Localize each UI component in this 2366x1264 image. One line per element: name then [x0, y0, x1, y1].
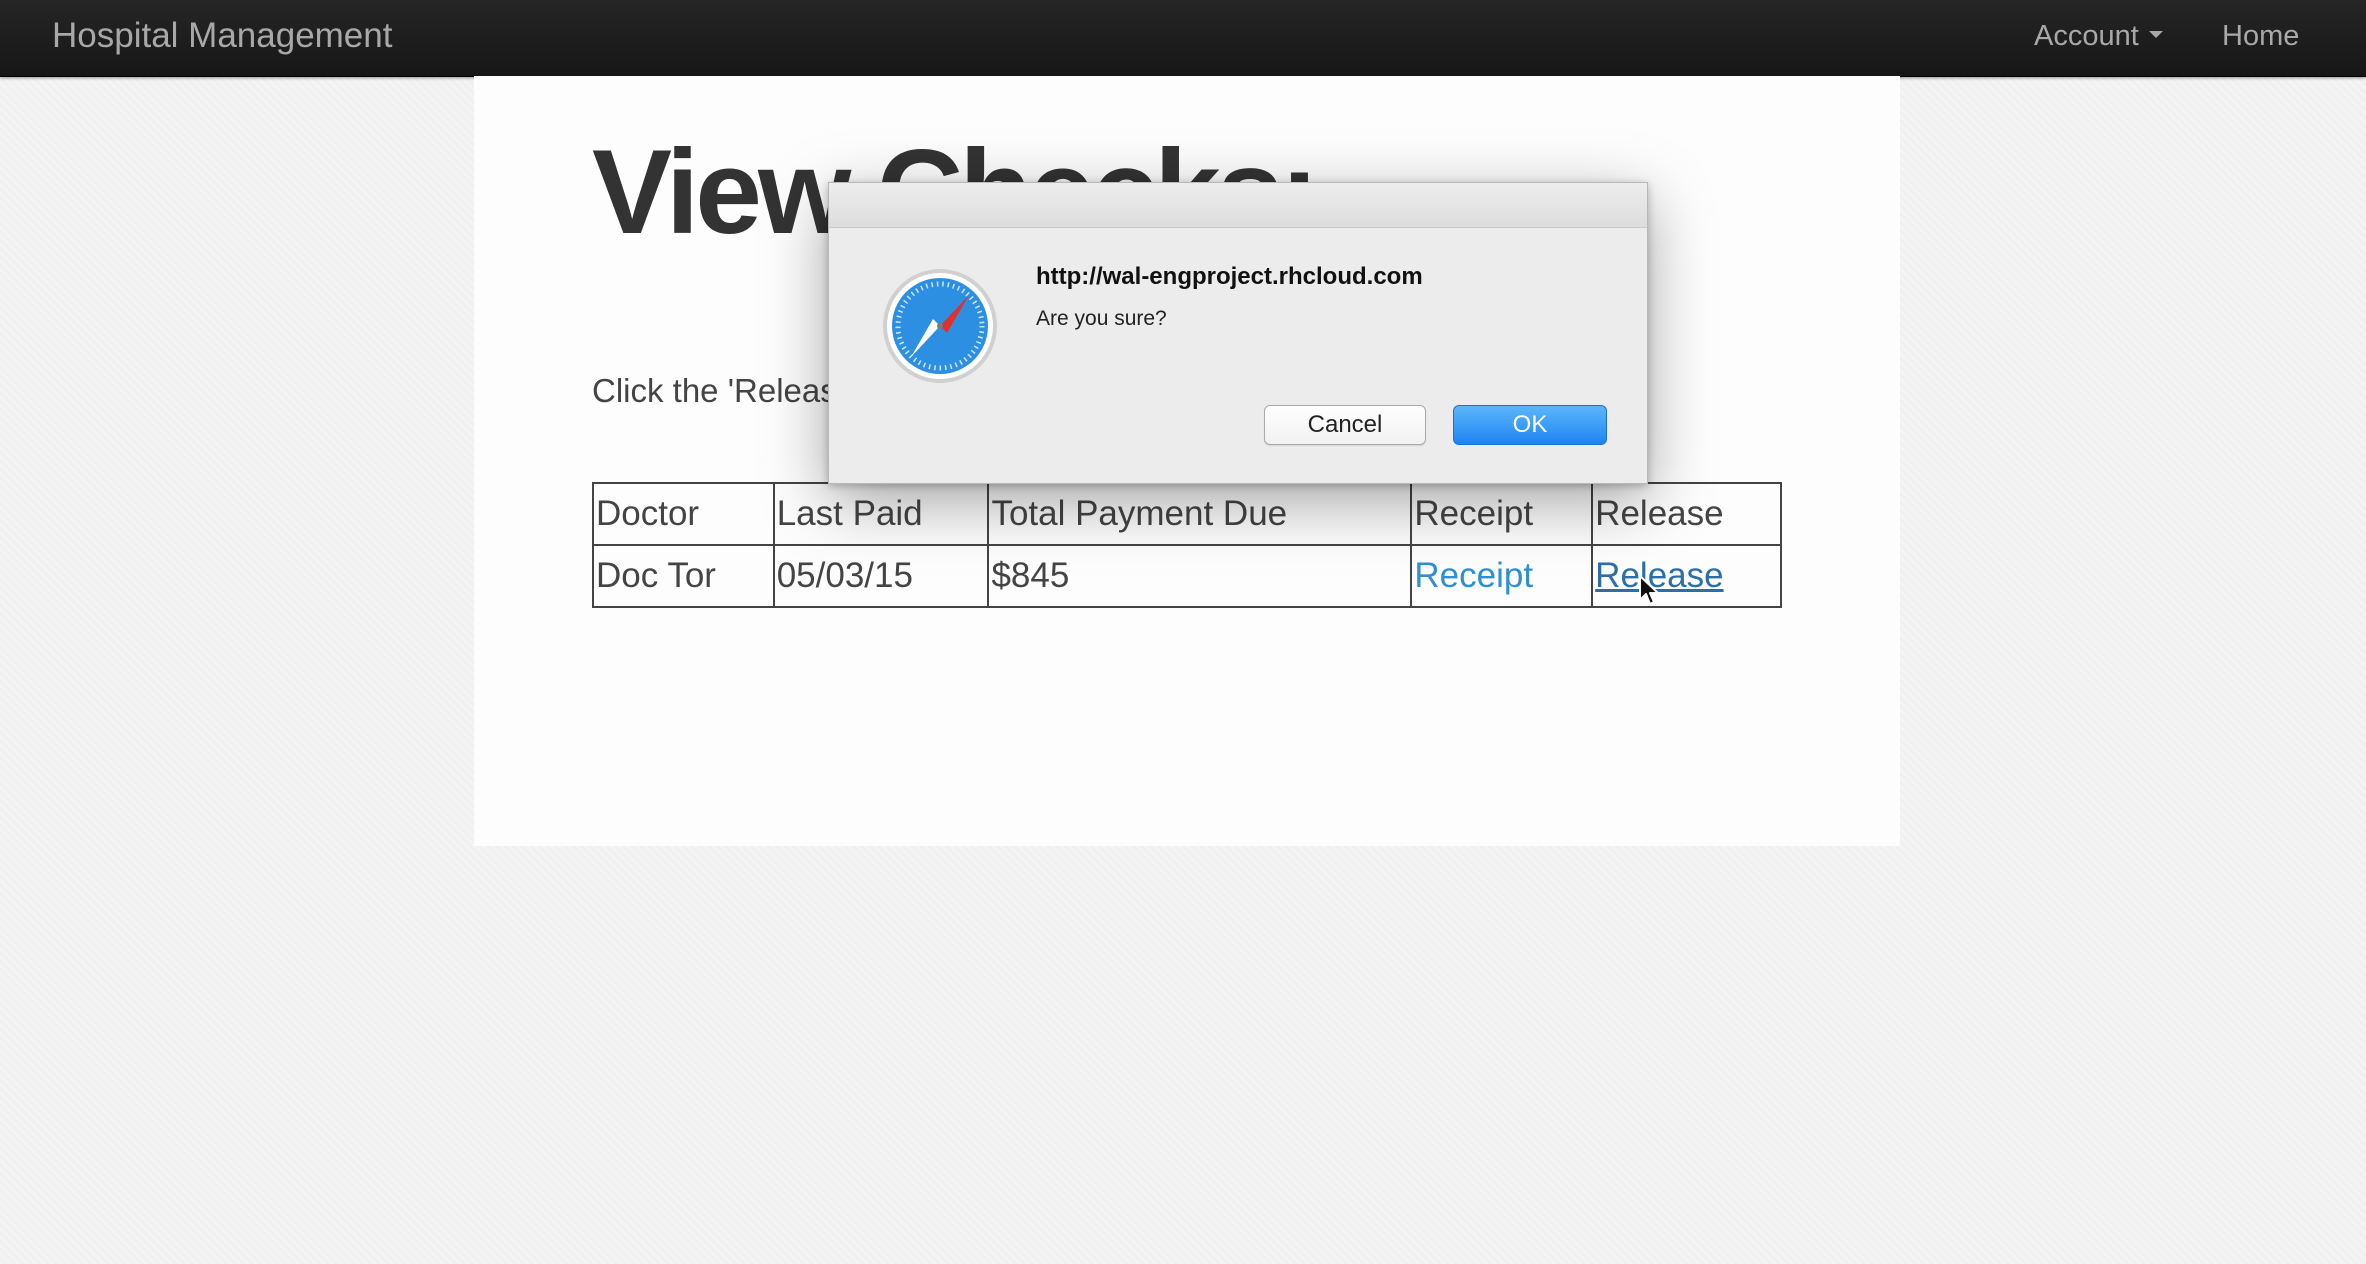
caret-down-icon [2148, 30, 2163, 38]
account-label: Account [2034, 20, 2139, 52]
account-dropdown[interactable]: Account [2034, 0, 2163, 72]
receipt-cell: Receipt [1410, 544, 1594, 608]
table-header-row: Doctor Last Paid Total Payment Due Recei… [592, 482, 1782, 546]
total-due-cell: $845 [987, 544, 1413, 608]
ok-button[interactable]: OK [1453, 405, 1607, 445]
receipt-link[interactable]: Receipt [1414, 556, 1533, 595]
doctor-cell: Doc Tor [592, 544, 775, 608]
dialog-message: Are you sure? [1036, 307, 1167, 330]
column-header-total-payment-due: Total Payment Due [987, 482, 1413, 546]
last-paid-cell: 05/03/15 [772, 544, 990, 608]
checks-table: Doctor Last Paid Total Payment Due Recei… [592, 482, 1782, 608]
release-cell: Release [1591, 544, 1782, 608]
column-header-last-paid: Last Paid [772, 482, 990, 546]
brand-link[interactable]: Hospital Management [52, 0, 392, 72]
navbar: Hospital Management Account Home [0, 0, 2366, 77]
home-link[interactable]: Home [2222, 0, 2299, 72]
dialog-origin: http://wal-engproject.rhcloud.com [1036, 263, 1423, 290]
mouse-cursor-icon [1639, 575, 1659, 605]
column-header-doctor: Doctor [592, 482, 775, 546]
table-row: Doc Tor 05/03/15 $845 Receipt Release [592, 544, 1782, 608]
column-header-release: Release [1591, 482, 1782, 546]
dialog-titlebar [829, 183, 1647, 228]
safari-compass-icon [883, 269, 997, 383]
confirm-dialog: http://wal-engproject.rhcloud.com Are yo… [828, 182, 1648, 484]
column-header-receipt: Receipt [1410, 482, 1594, 546]
cancel-button[interactable]: Cancel [1264, 405, 1426, 445]
